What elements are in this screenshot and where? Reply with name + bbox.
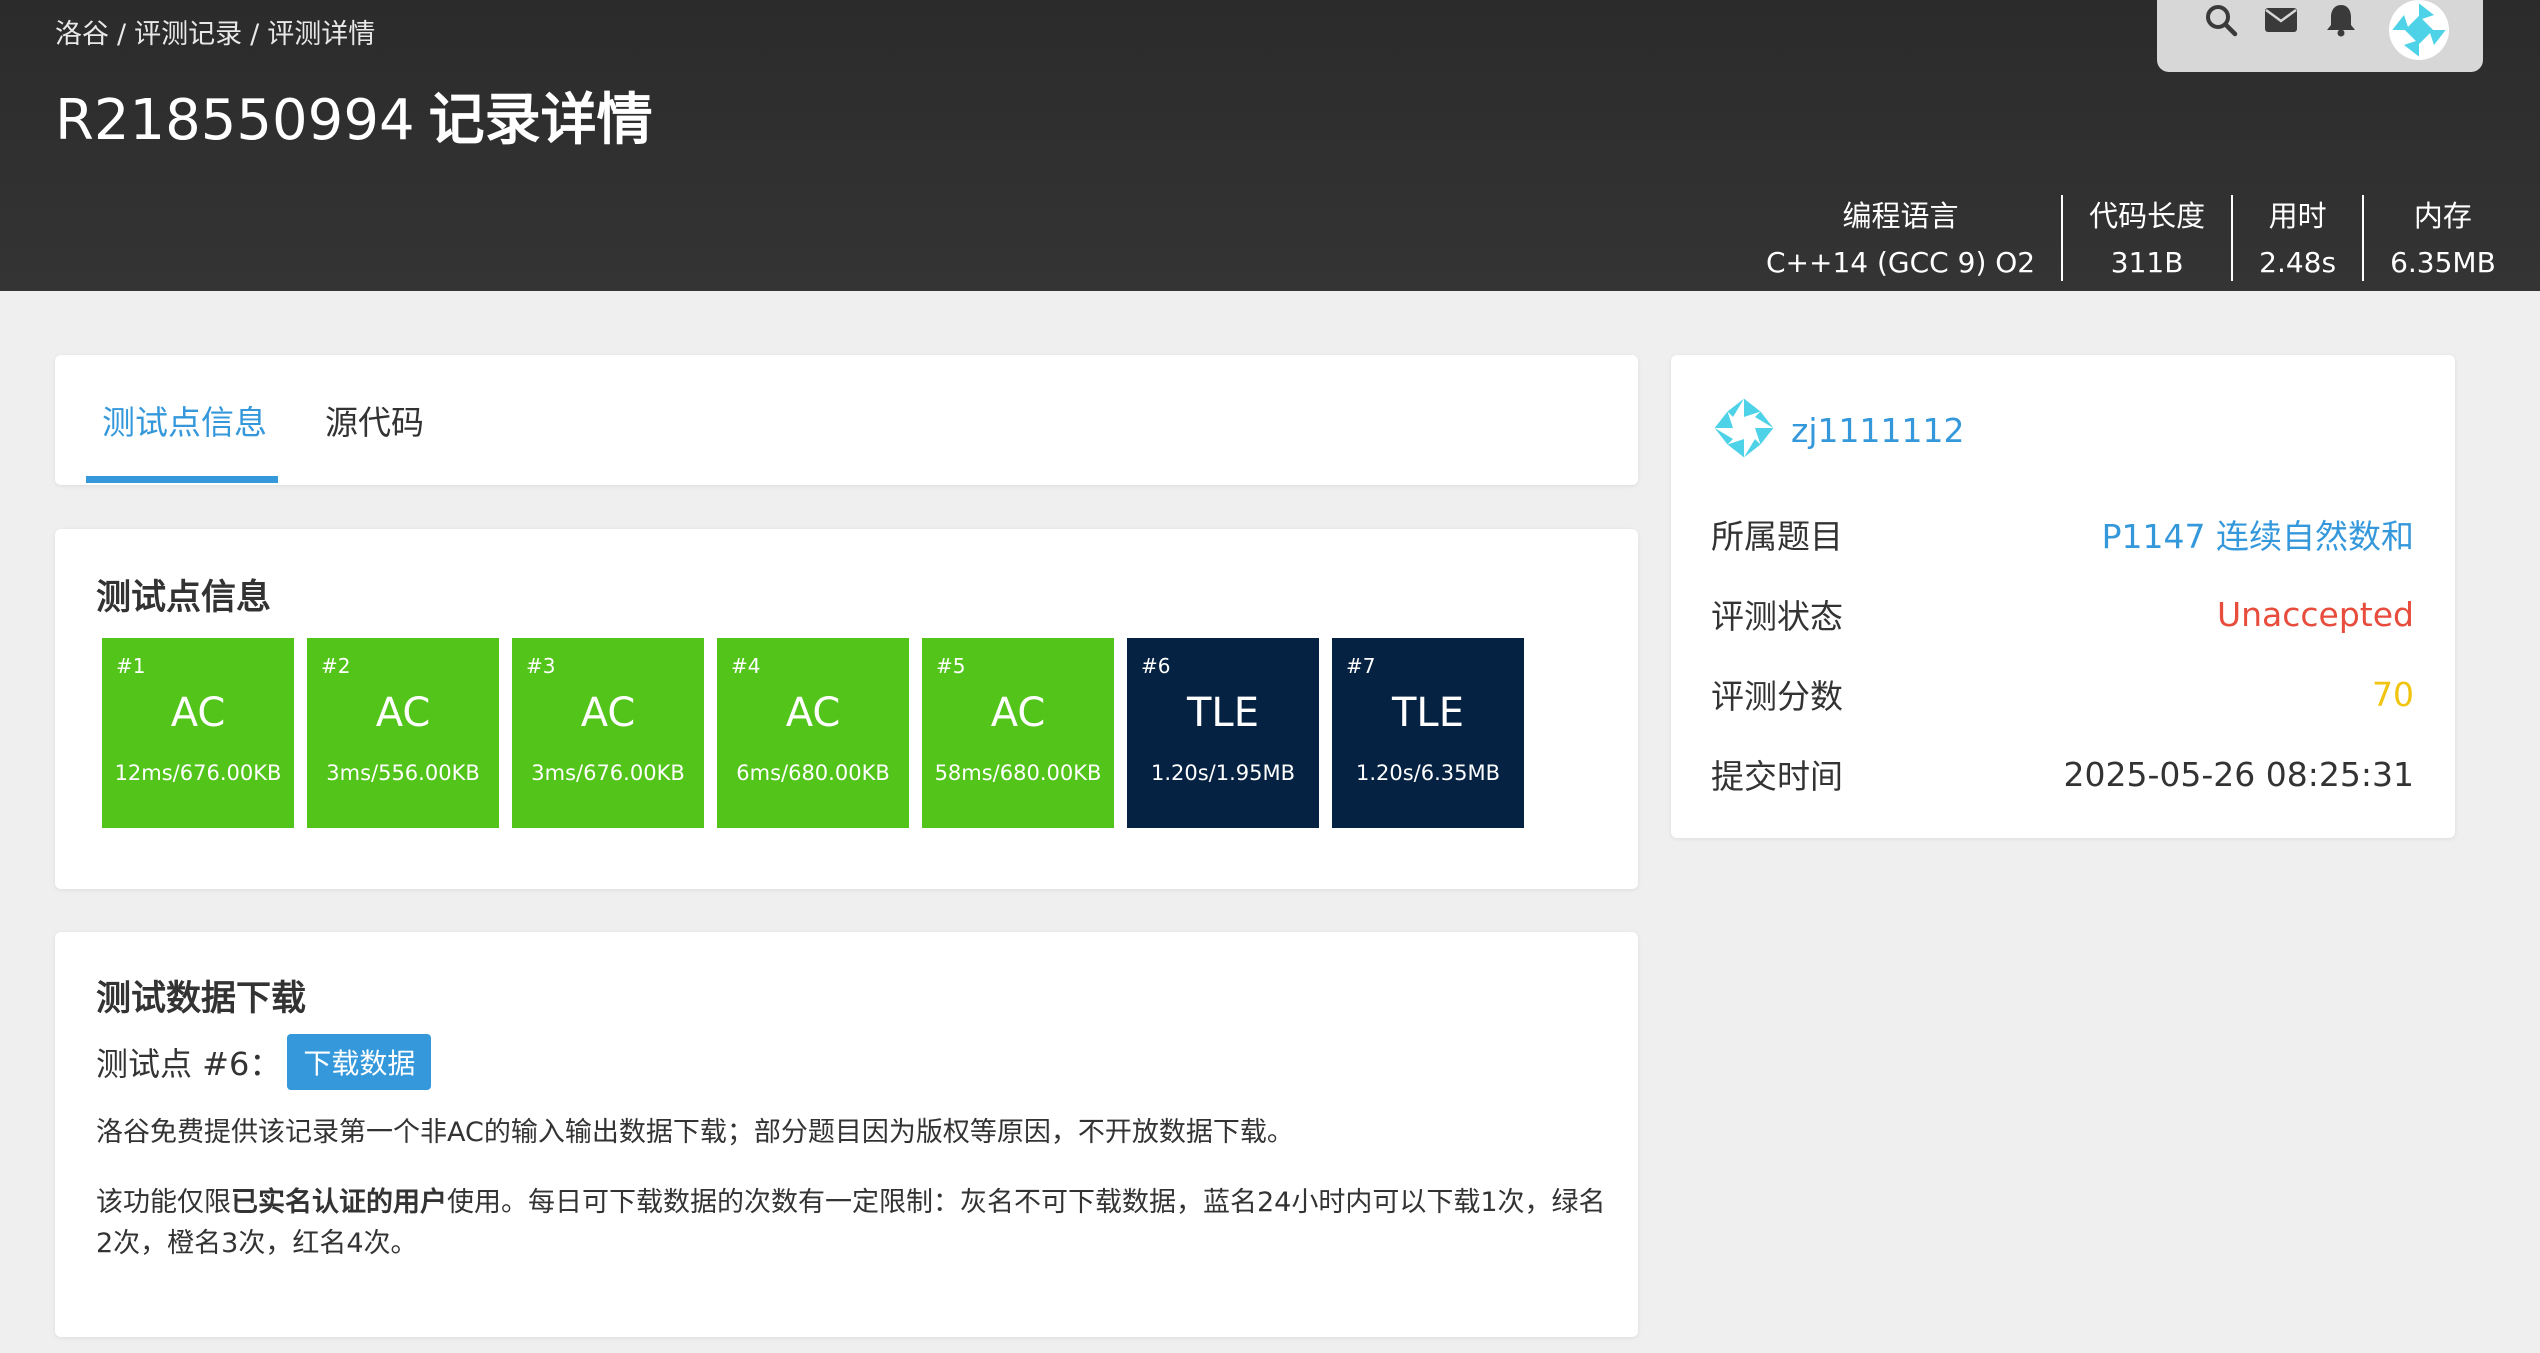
info-row-submit-time: 提交时间 2025-05-26 08:25:31 xyxy=(1711,751,2414,797)
breadcrumb-item-detail: 评测详情 xyxy=(267,19,376,50)
search-icon[interactable] xyxy=(2203,0,2239,40)
user-avatar[interactable] xyxy=(1711,395,1777,465)
test-point-number: #2 xyxy=(321,654,351,678)
top-toolbar xyxy=(2157,0,2483,72)
info-key: 评测分数 xyxy=(1711,677,1843,716)
download-line: 测试点 #6： 下载数据 xyxy=(96,1034,432,1090)
record-info-card: zj1111112 所属题目 P1147 连续自然数和 评测状态 Unaccep… xyxy=(1671,355,2455,838)
download-data-button[interactable]: 下载数据 xyxy=(287,1034,432,1090)
breadcrumb: 洛谷 / 评测记录 / 评测详情 xyxy=(55,12,375,51)
stat-time: 用时 2.48s xyxy=(2231,195,2362,281)
test-point-5[interactable]: #5 AC 58ms/680.00KB xyxy=(922,638,1114,828)
download-restriction: 该功能仅限已实名认证的用户使用。每日可下载数据的次数有一定限制：灰名不可下载数据… xyxy=(96,1182,1616,1264)
test-point-status: AC xyxy=(580,690,636,736)
test-point-status: AC xyxy=(785,690,841,736)
test-point-usage: 12ms/676.00KB xyxy=(114,761,282,785)
stat-label: 用时 xyxy=(2268,199,2327,233)
record-stats: 编程语言 C++14 (GCC 9) O2 代码长度 311B 用时 2.48s… xyxy=(1740,195,2522,281)
problem-link[interactable]: P1147 连续自然数和 xyxy=(2102,510,2414,558)
page-title: R218550994 记录详情 xyxy=(55,75,653,156)
test-point-4[interactable]: #4 AC 6ms/680.00KB xyxy=(717,638,909,828)
avatar[interactable] xyxy=(2381,0,2457,60)
test-point-usage: 6ms/680.00KB xyxy=(736,761,890,785)
test-point-number: #7 xyxy=(1346,654,1376,678)
test-point-3[interactable]: #3 AC 3ms/676.00KB xyxy=(512,638,704,828)
tab-test-info[interactable]: 测试点信息 xyxy=(102,355,267,485)
submit-time: 2025-05-26 08:25:31 xyxy=(2063,754,2414,794)
breadcrumb-separator: / xyxy=(117,19,127,50)
test-point-usage: 1.20s/6.35MB xyxy=(1355,761,1501,785)
test-point-usage: 3ms/676.00KB xyxy=(531,761,685,785)
stat-value: 2.48s xyxy=(2259,246,2337,279)
test-point-usage: 58ms/680.00KB xyxy=(934,761,1102,785)
test-points-grid: #1 AC 12ms/676.00KB #2 AC 3ms/556.00KB #… xyxy=(102,638,1524,828)
test-point-number: #1 xyxy=(116,654,146,678)
stat-value: 311B xyxy=(2110,246,2184,279)
tabs-card: 测试点信息 源代码 xyxy=(55,355,1638,485)
info-key: 所属题目 xyxy=(1711,517,1843,556)
mail-icon[interactable] xyxy=(2263,0,2299,40)
username-link[interactable]: zj1111112 xyxy=(1791,411,1964,450)
breadcrumb-item-luogu[interactable]: 洛谷 xyxy=(55,19,109,50)
stat-value: 6.35MB xyxy=(2390,246,2496,279)
test-points-title: 测试点信息 xyxy=(96,578,272,618)
info-key: 评测状态 xyxy=(1711,597,1843,636)
stat-memory: 内存 6.35MB xyxy=(2362,195,2522,281)
page-header: 洛谷 / 评测记录 / 评测详情 R218550994 记录详情 编程语言 C+… xyxy=(0,0,2540,291)
download-point-label: 测试点 #6： xyxy=(96,1045,282,1083)
test-point-6[interactable]: #6 TLE 1.20s/1.95MB xyxy=(1127,638,1319,828)
record-id: R218550994 xyxy=(55,88,415,153)
test-points-card: 测试点信息 #1 AC 12ms/676.00KB #2 AC 3ms/556.… xyxy=(55,529,1638,889)
download-notice: 洛谷免费提供该记录第一个非AC的输入输出数据下载；部分题目因为版权等原因，不开放… xyxy=(96,1117,1294,1148)
download-title: 测试数据下载 xyxy=(96,979,307,1019)
breadcrumb-separator: / xyxy=(250,19,260,50)
test-point-1[interactable]: #1 AC 12ms/676.00KB xyxy=(102,638,294,828)
test-point-status: TLE xyxy=(1392,690,1464,736)
stat-code-length: 代码长度 311B xyxy=(2061,195,2231,281)
judge-status: Unaccepted xyxy=(2216,594,2414,634)
test-point-number: #6 xyxy=(1141,654,1171,678)
stat-label: 代码长度 xyxy=(2089,199,2206,233)
restriction-bold: 已实名认证的用户 xyxy=(231,1187,447,1218)
info-row-score: 评测分数 70 xyxy=(1711,671,2414,717)
tab-source-code[interactable]: 源代码 xyxy=(325,355,424,485)
test-point-number: #5 xyxy=(936,654,966,678)
test-point-usage: 1.20s/1.95MB xyxy=(1150,761,1296,785)
bell-icon[interactable] xyxy=(2323,0,2359,40)
test-point-status: TLE xyxy=(1187,690,1259,736)
info-key: 提交时间 xyxy=(1711,757,1843,796)
active-tab-indicator xyxy=(86,476,278,483)
test-point-2[interactable]: #2 AC 3ms/556.00KB xyxy=(307,638,499,828)
test-data-download-card: 测试数据下载 测试点 #6： 下载数据 洛谷免费提供该记录第一个非AC的输入输出… xyxy=(55,932,1638,1337)
test-point-number: #3 xyxy=(526,654,556,678)
judge-score: 70 xyxy=(2372,674,2414,714)
test-point-usage: 3ms/556.00KB xyxy=(326,761,480,785)
test-point-7[interactable]: #7 TLE 1.20s/6.35MB xyxy=(1332,638,1524,828)
restriction-prefix: 该功能仅限 xyxy=(96,1187,231,1218)
stat-label: 编程语言 xyxy=(1842,199,1959,233)
test-point-status: AC xyxy=(990,690,1046,736)
stat-language: 编程语言 C++14 (GCC 9) O2 xyxy=(1740,195,2061,281)
info-row-status: 评测状态 Unaccepted xyxy=(1711,591,2414,637)
test-point-status: AC xyxy=(170,690,226,736)
record-title: 记录详情 xyxy=(428,88,653,153)
test-point-number: #4 xyxy=(731,654,761,678)
info-row-problem: 所属题目 P1147 连续自然数和 xyxy=(1711,511,2414,557)
breadcrumb-item-records[interactable]: 评测记录 xyxy=(134,19,242,50)
test-point-status: AC xyxy=(375,690,431,736)
submitter: zj1111112 xyxy=(1711,395,1964,465)
stat-label: 内存 xyxy=(2413,199,2472,233)
stat-value: C++14 (GCC 9) O2 xyxy=(1766,246,2036,279)
